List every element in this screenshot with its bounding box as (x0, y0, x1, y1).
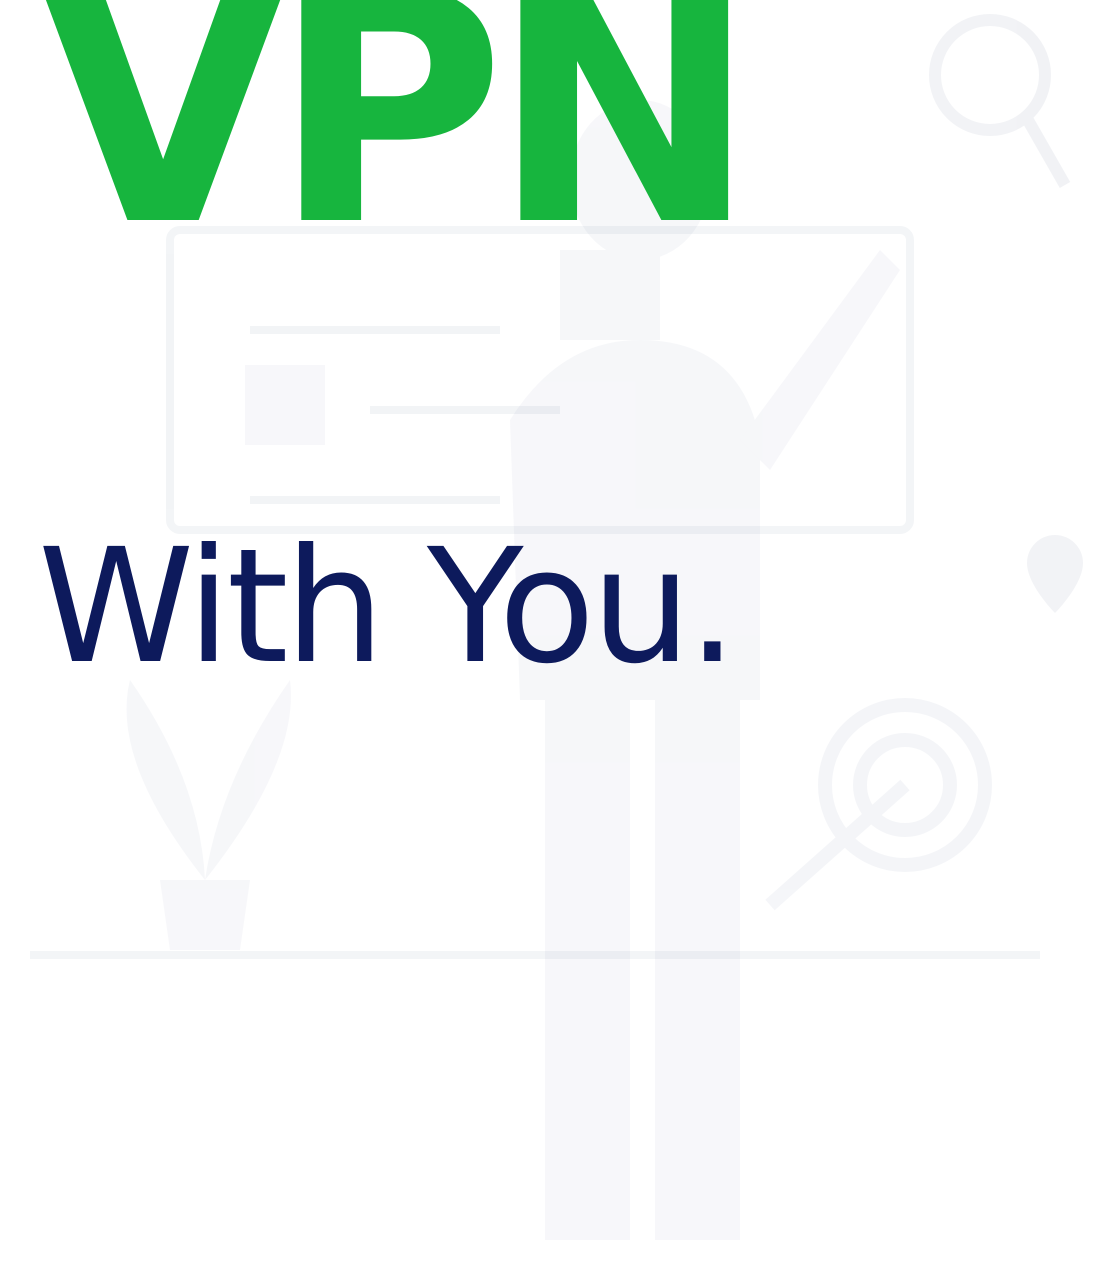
logo-vpn-text: VPN (40, 0, 757, 295)
person-arm (740, 250, 900, 470)
board-square (245, 365, 325, 445)
plant-pot (160, 880, 250, 950)
location-pin-icon (1027, 535, 1083, 613)
target-icon (765, 698, 992, 911)
person-leg-right (655, 690, 740, 1240)
logo-prefix-text: - (0, 0, 17, 270)
splash-screen: - VPN With You. (0, 0, 1102, 1267)
person-leg-left (545, 690, 630, 1240)
search-icon (929, 14, 1071, 188)
tagline-text: With You. (38, 515, 738, 699)
